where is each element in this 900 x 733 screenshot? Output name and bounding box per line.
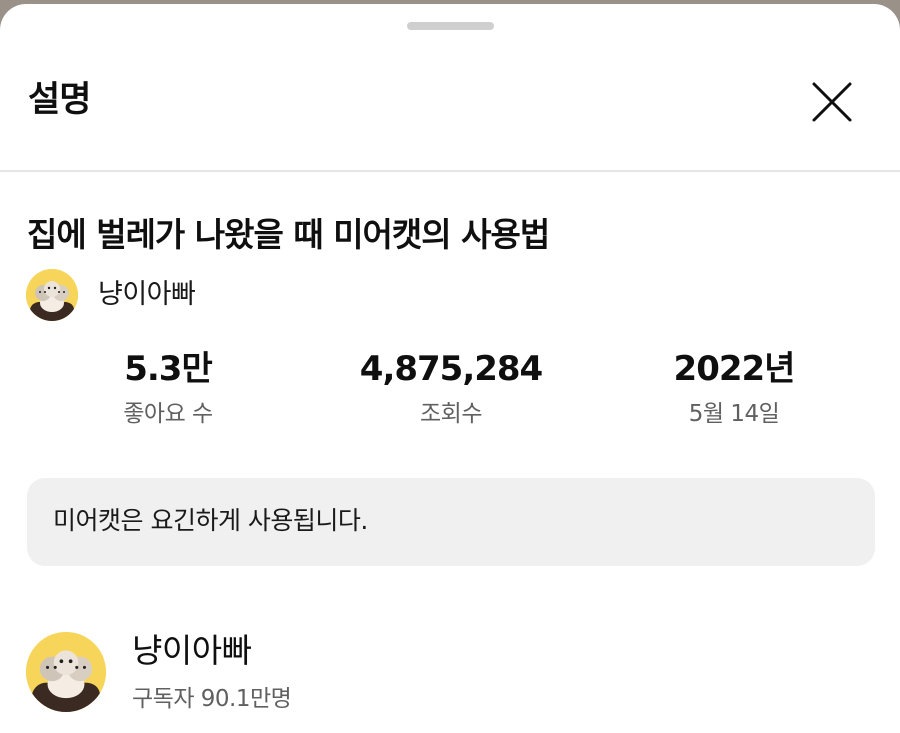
upload-year: 2022년 — [673, 349, 796, 389]
channel-card[interactable]: 냥이아빠 구독자 90.1만명 — [26, 630, 626, 714]
upload-date-stat: 2022년 5월 14일 — [614, 347, 854, 429]
views-stat: 4,875,284 조회수 — [331, 347, 571, 429]
description-text: 미어캣은 요긴하게 사용됩니다. — [53, 506, 368, 535]
channel-avatar — [26, 269, 78, 321]
video-title: 집에 벌레가 나왔을 때 미어캣의 사용법 — [27, 215, 550, 254]
channel-name: 냥이아빠 — [98, 279, 196, 310]
sheet-header: 설명 — [0, 4, 900, 172]
likes-count: 5.3만 — [124, 349, 213, 389]
sheet-title: 설명 — [28, 80, 91, 120]
upload-day: 5월 14일 — [688, 401, 780, 427]
likes-label: 좋아요 수 — [123, 401, 213, 427]
description-box[interactable]: 미어캣은 요긴하게 사용됩니다. — [27, 478, 875, 566]
views-label: 조회수 — [420, 401, 482, 427]
channel-link[interactable]: 냥이아빠 — [26, 268, 196, 322]
close-button[interactable] — [808, 78, 856, 126]
channel-card-avatar — [26, 632, 106, 712]
close-icon — [812, 82, 852, 122]
likes-stat: 5.3만 좋아요 수 — [48, 347, 288, 429]
channel-card-name: 냥이아빠 — [132, 631, 252, 670]
subscriber-count: 구독자 90.1만명 — [132, 686, 292, 712]
avatar-image — [26, 269, 78, 321]
views-count: 4,875,284 — [359, 349, 543, 389]
avatar-image — [26, 632, 106, 712]
description-sheet: 설명 집에 벌레가 나왔을 때 미어캣의 사용법 냥이아빠 5.3만 좋아요 수… — [0, 4, 900, 733]
